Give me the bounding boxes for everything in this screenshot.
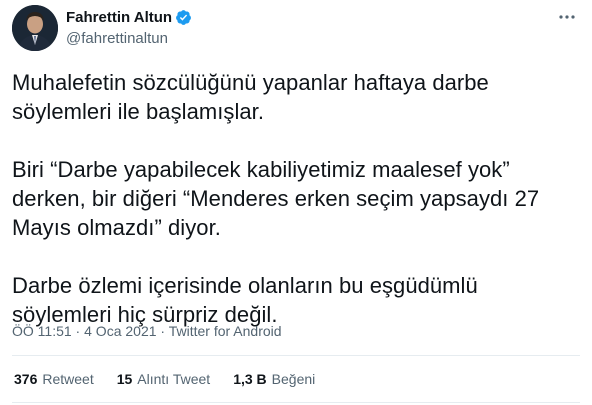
meta-separator: · bbox=[71, 323, 85, 339]
likes-stat[interactable]: 1,3 B Beğeni bbox=[233, 371, 315, 387]
tweet-source[interactable]: Twitter for Android bbox=[169, 323, 282, 339]
tweet-text: Muhalefetin sözcülüğünü yapanlar haftaya… bbox=[12, 68, 582, 358]
quotes-label: Alıntı Tweet bbox=[137, 371, 211, 387]
divider bbox=[12, 402, 580, 403]
tweet-meta: ÖÖ 11:51 · 4 Oca 2021 · Twitter for Andr… bbox=[12, 323, 282, 339]
meta-separator: · bbox=[156, 323, 169, 339]
tweet-paragraph: Biri “Darbe yapabilecek kabiliyetimiz ma… bbox=[12, 157, 540, 240]
retweets-label: Retweet bbox=[42, 371, 94, 387]
likes-label: Beğeni bbox=[271, 371, 316, 387]
retweets-stat[interactable]: 376 Retweet bbox=[14, 371, 94, 387]
tweet-paragraph: Darbe özlemi içerisinde olanların bu eşg… bbox=[12, 273, 478, 327]
tweet-time[interactable]: ÖÖ 11:51 bbox=[12, 323, 72, 339]
verified-badge-icon bbox=[175, 9, 192, 26]
tweet-card: Fahrettin Altun @fahrettinaltun Muhalefe… bbox=[0, 0, 592, 405]
more-options-icon[interactable] bbox=[556, 10, 578, 24]
likes-count: 1,3 B bbox=[233, 371, 267, 387]
divider bbox=[12, 355, 580, 356]
author-handle[interactable]: @fahrettinaltun bbox=[66, 30, 168, 47]
tweet-paragraph: Muhalefetin sözcülüğünü yapanlar haftaya… bbox=[12, 70, 489, 124]
tweet-date[interactable]: 4 Oca 2021 bbox=[84, 323, 156, 339]
retweets-count: 376 bbox=[14, 371, 38, 387]
avatar[interactable] bbox=[12, 5, 58, 51]
display-name[interactable]: Fahrettin Altun bbox=[66, 9, 172, 26]
quotes-count: 15 bbox=[116, 371, 133, 387]
quotes-stat[interactable]: 15 Alıntı Tweet bbox=[117, 371, 210, 387]
tweet-stats: 376 Retweet 15 Alıntı Tweet 1,3 B Beğeni bbox=[14, 371, 338, 387]
author-name-row: Fahrettin Altun bbox=[66, 9, 192, 26]
